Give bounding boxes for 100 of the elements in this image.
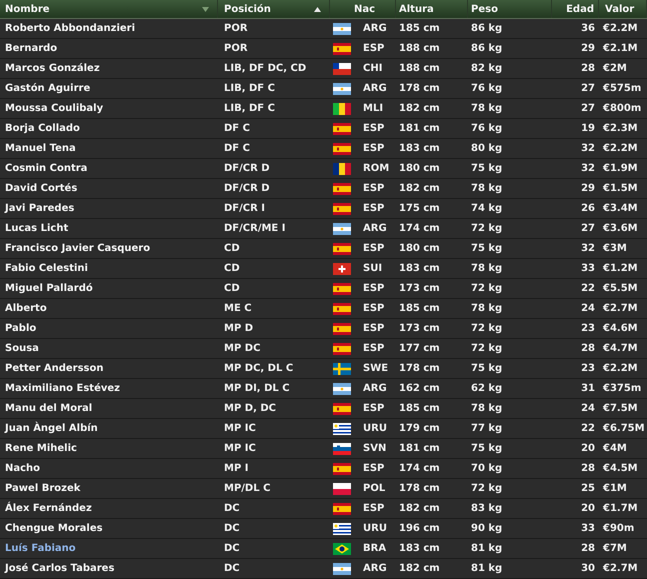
player-name[interactable]: Gastón Aguirre [5, 81, 90, 96]
table-cell-text: 178 cm [399, 482, 440, 496]
player-name[interactable]: Nacho [5, 461, 40, 476]
column-header[interactable]: Nombre [5, 2, 50, 16]
table-cell-text: 20 [581, 442, 595, 456]
table-cell-text: €2.7M [603, 562, 638, 576]
player-name[interactable]: Marcos González [5, 61, 100, 76]
player-name[interactable]: Chengue Morales [5, 521, 103, 536]
table-cell-text: 182 cm [399, 102, 440, 116]
nation-code: SVN [363, 442, 386, 456]
table-cell-text: 173 cm [399, 282, 440, 296]
player-name[interactable]: José Carlos Tabares [5, 561, 114, 576]
table-cell-text: 185 cm [399, 302, 440, 316]
table-cell-text: 174 cm [399, 222, 440, 236]
table-cell-text: 179 cm [399, 422, 440, 436]
player-name[interactable]: Luís Fabiano [5, 541, 76, 556]
table-cell-text: 33 [581, 522, 595, 536]
table-cell-text: €5.5M [603, 282, 638, 296]
table-cell-text: 27 [581, 102, 595, 116]
table-cell-text: 182 cm [399, 502, 440, 516]
player-name[interactable]: Alberto [5, 301, 47, 316]
nation-code: MLI [363, 102, 384, 116]
flag-icon [333, 462, 351, 474]
nation-code: ARG [363, 382, 387, 396]
table-cell-text: 30 [581, 562, 595, 576]
table-cell-text: 27 [581, 82, 595, 96]
table-cell-text: 86 kg [471, 22, 502, 36]
flag-icon [333, 342, 351, 354]
player-name[interactable]: Francisco Javier Casquero [5, 241, 150, 256]
sort-descending-icon [202, 6, 209, 12]
column-header[interactable]: Posición [224, 2, 271, 16]
flag-icon [333, 322, 351, 334]
player-name[interactable]: Miguel Pallardó [5, 281, 93, 296]
table-cell-text: €2.2M [603, 22, 638, 36]
table-cell-text: 181 cm [399, 442, 440, 456]
player-name[interactable]: Rene Mihelic [5, 441, 77, 456]
flag-icon [333, 502, 351, 514]
flag-icon [333, 142, 351, 154]
player-name[interactable]: Lucas Licht [5, 221, 68, 236]
player-name[interactable]: Álex Fernández [5, 501, 92, 516]
player-name[interactable]: Petter Andersson [5, 361, 104, 376]
table-cell-text: 76 kg [471, 82, 502, 96]
nation-code: ESP [363, 142, 384, 156]
player-name[interactable]: Juan Àngel Albín [5, 421, 98, 436]
nation-code: ESP [363, 402, 384, 416]
table-cell-text: LIB, DF C [224, 82, 275, 96]
flag-icon [333, 222, 351, 234]
flag-icon [333, 442, 351, 454]
table-cell-text: DF/CR I [224, 202, 266, 216]
flag-icon [333, 562, 351, 574]
table-cell-text: 180 cm [399, 242, 440, 256]
player-name[interactable]: Roberto Abbondanzieri [5, 21, 136, 36]
table-cell-text: 78 kg [471, 262, 502, 276]
player-name[interactable]: Manu del Moral [5, 401, 92, 416]
player-name[interactable]: Fabio Celestini [5, 261, 88, 276]
table-cell-text: 24 [581, 302, 595, 316]
player-name[interactable]: Pablo [5, 321, 36, 336]
table-cell-text: 78 kg [471, 182, 502, 196]
column-header[interactable]: Valor [605, 2, 634, 16]
table-cell-text: 28 [581, 342, 595, 356]
player-name[interactable]: Bernardo [5, 41, 58, 56]
player-name[interactable]: Pawel Brozek [5, 481, 80, 496]
table-cell-text: MP IC [224, 442, 256, 456]
column-header[interactable]: Altura [399, 2, 434, 16]
nation-code: URU [363, 522, 387, 536]
nation-code: ESP [363, 322, 384, 336]
column-header[interactable]: Edad [566, 2, 594, 16]
table-cell-text: LIB, DF DC, CD [224, 62, 306, 76]
flag-icon [333, 282, 351, 294]
nation-code: ARG [363, 22, 387, 36]
player-name[interactable]: David Cortés [5, 181, 78, 196]
table-cell-text: POR [224, 22, 248, 36]
player-name[interactable]: Manuel Tena [5, 141, 76, 156]
player-name[interactable]: Maximiliano Estévez [5, 381, 120, 396]
column-header[interactable]: Peso [471, 2, 498, 16]
player-name[interactable]: Moussa Coulibaly [5, 101, 104, 116]
table-cell-text: 27 [581, 222, 595, 236]
nation-code: CHI [363, 62, 382, 76]
table-cell-text: DF C [224, 122, 250, 136]
table-cell-text: 76 kg [471, 122, 502, 136]
table-cell-text: 185 cm [399, 22, 440, 36]
table-cell-text: 72 kg [471, 482, 502, 496]
table-cell-text: 33 [581, 262, 595, 276]
player-name[interactable]: Javi Paredes [5, 201, 74, 216]
table-cell-text: 72 kg [471, 282, 502, 296]
nation-code: ESP [363, 342, 384, 356]
table-cell-text: 162 cm [399, 382, 440, 396]
table-cell-text: CD [224, 262, 240, 276]
table-cell-text: 29 [581, 42, 595, 56]
player-name[interactable]: Borja Collado [5, 121, 80, 136]
table-cell-text: €3.6M [603, 222, 638, 236]
player-name[interactable]: Sousa [5, 341, 39, 356]
flag-icon [333, 202, 351, 214]
table-cell-text: €7.5M [603, 402, 638, 416]
table-cell-text: €3M [603, 242, 627, 256]
table-cell-text: 22 [581, 422, 595, 436]
column-header[interactable]: Nac [354, 2, 376, 16]
player-name[interactable]: Cosmin Contra [5, 161, 88, 176]
table-cell-text: 75 kg [471, 442, 502, 456]
table-cell-text: 74 kg [471, 202, 502, 216]
